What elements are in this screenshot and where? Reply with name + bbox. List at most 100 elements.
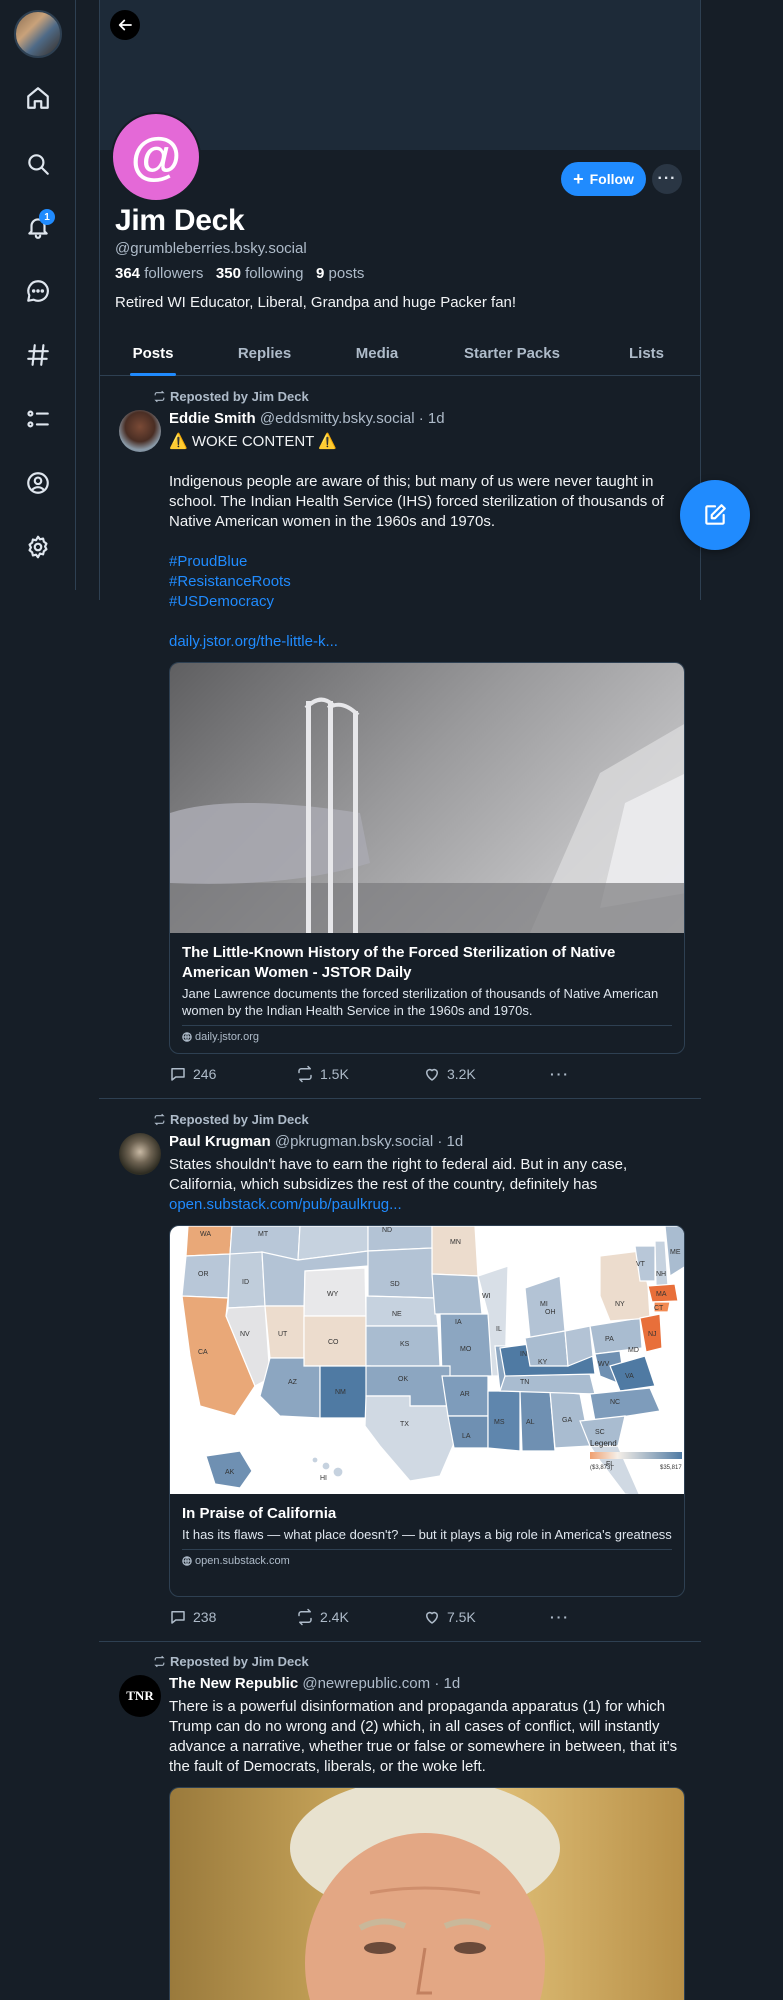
card-title: In Praise of California	[182, 1505, 337, 1522]
post-link[interactable]: open.substack.com/pub/paulkrug...	[169, 1196, 402, 1213]
tab-starter-packs[interactable]: Starter Packs	[432, 330, 592, 376]
nav-user-avatar[interactable]	[14, 10, 62, 58]
home-icon[interactable]	[20, 80, 56, 116]
following-link[interactable]: 350 following	[216, 265, 304, 282]
tab-posts[interactable]: Posts	[99, 330, 207, 376]
settings-gear-icon[interactable]	[20, 529, 56, 565]
svg-text:TN: TN	[520, 1379, 529, 1386]
svg-text:IN: IN	[520, 1351, 527, 1358]
repost-icon	[154, 1113, 165, 1126]
svg-text:WA: WA	[200, 1231, 211, 1238]
svg-text:MO: MO	[460, 1346, 472, 1353]
link-preview-card[interactable]: WA MT ND MN OR ID WY SD NV UT CO NE IA KS MO OK NM AZ…	[169, 1225, 685, 1597]
plus-icon: +	[573, 169, 584, 189]
author-name[interactable]: The New Republic	[169, 1675, 298, 1692]
svg-text:KS: KS	[400, 1341, 410, 1348]
hashtag-feeds-icon[interactable]	[20, 337, 56, 373]
chat-icon[interactable]	[20, 273, 56, 309]
like-button[interactable]: 3.2K	[423, 1065, 550, 1083]
author-avatar[interactable]	[119, 1133, 161, 1175]
profile-avatar[interactable]: @	[111, 112, 201, 202]
repost-icon	[298, 1608, 312, 1626]
svg-text:LA: LA	[462, 1433, 471, 1440]
svg-text:WY: WY	[327, 1291, 339, 1298]
svg-text:MA: MA	[656, 1291, 667, 1298]
post-paragraph: Indigenous people are aware of this; but…	[169, 473, 664, 530]
card-description: Jane Lawrence documents the forced steri…	[182, 986, 659, 1018]
tab-media[interactable]: Media	[322, 330, 432, 376]
reply-bubble-icon	[171, 1068, 185, 1081]
svg-text:WI: WI	[482, 1293, 491, 1300]
author-handle[interactable]: @newrepublic.com	[302, 1675, 430, 1692]
svg-text:ID: ID	[242, 1279, 249, 1286]
hashtag-link[interactable]: #USDemocracy	[169, 593, 274, 610]
follow-button-label: Follow	[589, 171, 634, 187]
reply-button[interactable]: 238	[169, 1608, 296, 1626]
svg-text:CT: CT	[654, 1305, 664, 1312]
card-description: It has its flaws — what place doesn't? —…	[182, 1527, 672, 1542]
tab-lists[interactable]: Lists	[592, 330, 701, 376]
lists-icon[interactable]	[20, 401, 56, 437]
svg-text:VA: VA	[625, 1373, 634, 1380]
post-header: Eddie Smith @eddsmitty.bsky.social · 1d	[169, 410, 445, 427]
svg-text:MS: MS	[494, 1419, 505, 1426]
map-legend-title: Legend	[590, 1439, 617, 1448]
ellipsis-icon: ···	[549, 1066, 570, 1082]
post-actions: 238 2.4K 7.5K ···	[169, 1608, 589, 1626]
profile-display-name: Jim Deck	[115, 204, 245, 237]
svg-text:MT: MT	[258, 1231, 269, 1238]
card-title: The Little-Known History of the Forced S…	[182, 944, 616, 981]
post-more-button[interactable]: ···	[550, 1065, 589, 1083]
repost-button[interactable]: 1.5K	[296, 1065, 423, 1083]
svg-text:CO: CO	[328, 1339, 339, 1346]
repost-icon	[298, 1065, 312, 1083]
post-image[interactable]	[169, 1787, 685, 2000]
author-name[interactable]: Eddie Smith	[169, 410, 256, 427]
author-avatar[interactable]	[119, 410, 161, 452]
svg-text:MD: MD	[628, 1347, 639, 1354]
follow-button[interactable]: + Follow	[561, 162, 646, 196]
author-handle[interactable]: @pkrugman.bsky.social	[275, 1133, 433, 1150]
svg-text:SD: SD	[390, 1281, 400, 1288]
left-navigation: 1	[0, 0, 76, 590]
profile-tabs: Posts Replies Media Starter Packs Lists	[99, 330, 701, 376]
tab-replies[interactable]: Replies	[207, 330, 322, 376]
svg-text:MN: MN	[450, 1239, 461, 1246]
followers-link[interactable]: 364 followers	[115, 265, 203, 282]
post-time[interactable]: · 1d	[419, 410, 445, 427]
svg-text:PA: PA	[605, 1336, 614, 1343]
back-button[interactable]	[110, 10, 140, 40]
author-handle[interactable]: @eddsmitty.bsky.social	[260, 410, 415, 427]
post-divider	[99, 1098, 701, 1099]
search-icon[interactable]	[20, 146, 56, 182]
more-options-button[interactable]: ···	[652, 164, 682, 194]
author-name[interactable]: Paul Krugman	[169, 1133, 271, 1150]
svg-text:AL: AL	[526, 1419, 535, 1426]
portrait-image	[290, 1788, 560, 2000]
repost-button[interactable]: 2.4K	[296, 1608, 423, 1626]
tnr-logo-text: TNR	[126, 1688, 154, 1703]
link-preview-card[interactable]: The Little-Known History of the Forced S…	[169, 662, 685, 1054]
svg-text:NM: NM	[335, 1389, 346, 1396]
post-body: ⚠️ WOKE CONTENT ⚠️ Indigenous people are…	[169, 432, 689, 652]
ellipsis-icon: ···	[549, 1609, 570, 1625]
compose-post-button[interactable]	[680, 480, 750, 550]
profile-icon[interactable]	[20, 465, 56, 501]
hashtag-link[interactable]: #ResistanceRoots	[169, 573, 291, 590]
reply-bubble-icon	[171, 1611, 185, 1624]
author-avatar[interactable]: TNR	[119, 1675, 161, 1717]
post-time[interactable]: · 1d	[434, 1675, 460, 1692]
post-more-button[interactable]: ···	[550, 1608, 589, 1626]
post-actions: 246 1.5K 3.2K ···	[169, 1065, 589, 1083]
like-button[interactable]: 7.5K	[423, 1608, 550, 1626]
map-legend-max: $35,817	[660, 1465, 682, 1471]
hashtag-link[interactable]: #ProudBlue	[169, 553, 247, 570]
svg-text:ME: ME	[670, 1249, 681, 1256]
post-link[interactable]: daily.jstor.org/the-little-k...	[169, 633, 338, 650]
repost-indicator: Reposted by Jim Deck	[153, 1112, 309, 1127]
notifications-bell-icon[interactable]: 1	[20, 209, 56, 245]
post-time[interactable]: · 1d	[437, 1133, 463, 1150]
svg-text:NV: NV	[240, 1331, 250, 1338]
compose-pencil-icon	[705, 504, 726, 525]
reply-button[interactable]: 246	[169, 1065, 296, 1083]
